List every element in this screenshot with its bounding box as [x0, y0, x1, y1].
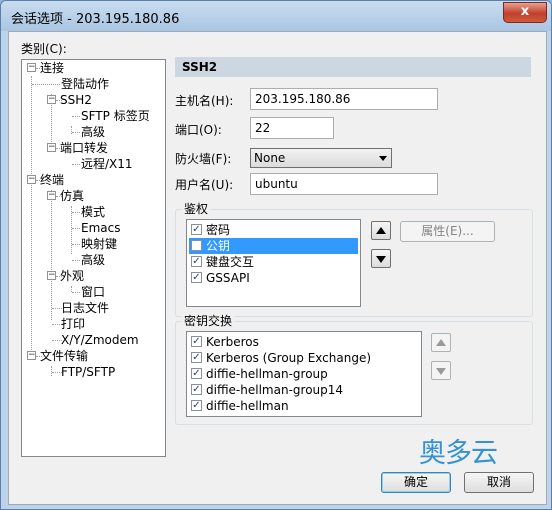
tree-node-emulation-advanced[interactable]: 高级 [81, 252, 105, 268]
firewall-select[interactable]: None [250, 148, 392, 168]
auth-move-down-button[interactable] [371, 249, 391, 268]
watermark-logo: 奥多云 [419, 438, 498, 469]
tree-node-printing[interactable]: 打印 [61, 316, 85, 332]
tree-node-label: 高级 [81, 253, 106, 267]
tree-node-label: 仿真 [60, 189, 85, 203]
tree-node-label: 模式 [81, 205, 106, 219]
minus-box-icon[interactable]: − [47, 271, 56, 280]
hostname-field[interactable]: 203.195.180.86 [250, 88, 438, 110]
tree-node-label: 窗口 [81, 285, 106, 299]
minus-box-icon[interactable]: − [27, 63, 36, 72]
tree-node-label: 端口转发 [60, 141, 109, 155]
tree-node-label: FTP/SFTP [61, 365, 116, 379]
tree-node-log-file[interactable]: 日志文件 [61, 300, 109, 316]
tree-node-modes[interactable]: 模式 [81, 204, 105, 220]
list-item-label: Kerberos [206, 335, 259, 349]
tree-node-label: 映射键 [81, 237, 118, 251]
check-mark-icon[interactable]: ✓ [191, 224, 202, 235]
tree-node-label: 日志文件 [61, 301, 110, 315]
list-item-label: GSSAPI [206, 271, 250, 285]
list-item[interactable]: ✓ 密码 [189, 222, 358, 238]
list-item-label: Kerberos (Group Exchange) [206, 351, 372, 365]
check-mark-icon[interactable]: ✓ [191, 256, 202, 267]
category-label: 类别(C): [21, 42, 67, 56]
kex-move-down-button[interactable] [431, 361, 451, 380]
tree-node-label: 高级 [81, 125, 106, 139]
kex-group-title: 密钥交换 [182, 314, 235, 328]
tree-node-login-actions[interactable]: 登陆动作 [61, 76, 109, 92]
list-item-label: 公钥 [206, 239, 231, 253]
triangle-down-icon [436, 368, 446, 375]
tree-node-emacs[interactable]: Emacs [81, 220, 120, 236]
check-mark-icon[interactable]: ✓ [191, 336, 202, 347]
properties-button[interactable]: 属性(E)... [400, 221, 495, 242]
list-item-label: diffie-hellman-group14 [206, 383, 344, 397]
check-mark-icon[interactable]: ✓ [191, 272, 202, 283]
check-mark-icon[interactable]: ✓ [191, 400, 202, 411]
list-item[interactable]: 公钥 [189, 238, 358, 254]
tree-node-mapped-keys[interactable]: 映射键 [81, 236, 117, 252]
tree-node-sftp-tab[interactable]: SFTP 标签页 [81, 108, 150, 124]
cancel-button[interactable]: 取消 [464, 472, 534, 493]
category-tree[interactable]: − 连接 登陆动作 − SSH2 SFTP 标签页 高级 − 端口转发 远程/X… [21, 59, 166, 457]
close-button[interactable]: x [503, 2, 547, 23]
check-mark-icon[interactable]: ✓ [191, 384, 202, 395]
minus-box-icon[interactable]: − [27, 351, 36, 360]
firewall-label: 防火墙(F): [175, 152, 232, 166]
triangle-up-icon [376, 227, 386, 234]
firewall-value: None [254, 151, 286, 165]
kex-method-list[interactable]: ✓ Kerberos ✓ Kerberos (Group Exchange) ✓ di… [186, 331, 422, 417]
chevron-down-icon [379, 156, 387, 161]
username-label: 用户名(U): [175, 178, 234, 192]
tree-node-label: 终端 [40, 173, 65, 187]
tree-node-ssh2-advanced[interactable]: 高级 [81, 124, 105, 140]
check-mark-icon[interactable]: ✓ [191, 368, 202, 379]
list-item-label: diffie-hellman-group [206, 367, 328, 381]
hostname-label: 主机名(H): [175, 94, 234, 108]
list-item-label: diffie-hellman [206, 399, 289, 413]
kex-move-up-button[interactable] [431, 333, 451, 352]
username-field[interactable]: ubuntu [250, 173, 438, 195]
tree-node-label: 登陆动作 [61, 77, 110, 91]
tree-node-label: SSH2 [60, 93, 92, 107]
auth-method-list[interactable]: ✓ 密码 公钥 ✓ 键盘交互 ✓ GSSAPI [186, 219, 361, 307]
ssh2-section-header: SSH2 [175, 57, 531, 77]
minus-box-icon[interactable]: − [47, 191, 56, 200]
tree-node-label: 远程/X11 [81, 157, 133, 171]
list-item[interactable]: ✓ 键盘交互 [189, 254, 358, 270]
minus-box-icon[interactable]: − [47, 95, 56, 104]
title-bar[interactable]: 会话选项 - 203.195.180.86 x [1, 1, 551, 31]
triangle-down-icon [376, 256, 386, 263]
tree-node-remote-x11[interactable]: 远程/X11 [81, 156, 133, 172]
minus-box-icon[interactable]: − [27, 175, 36, 184]
session-options-dialog: 会话选项 - 203.195.180.86 x 类别(C): − 连接 登陆动作… [0, 0, 552, 510]
list-item[interactable]: ✓ GSSAPI [189, 270, 358, 286]
port-field[interactable]: 22 [250, 117, 334, 139]
triangle-up-icon [436, 339, 446, 346]
check-mark-icon[interactable]: ✓ [191, 352, 202, 363]
tree-node-ftp-sftp[interactable]: FTP/SFTP [61, 364, 115, 380]
tree-node-label: 文件传输 [40, 349, 89, 363]
auth-move-up-button[interactable] [371, 221, 391, 240]
minus-box-icon[interactable]: − [47, 143, 56, 152]
tree-node-label: 外观 [60, 269, 85, 283]
ok-button[interactable]: 确定 [381, 472, 451, 493]
checkbox-icon[interactable] [191, 240, 202, 251]
auth-group-title: 鉴权 [182, 202, 211, 216]
tree-node-label: SFTP 标签页 [81, 109, 150, 123]
tree-node-label: Emacs [81, 221, 121, 235]
window-title: 会话选项 - 203.195.180.86 [11, 12, 180, 27]
list-item-label: 密码 [206, 223, 231, 237]
tree-node-xyzmodem[interactable]: X/Y/Zmodem [61, 332, 139, 348]
tree-node-window[interactable]: 窗口 [81, 284, 105, 300]
tree-node-label: 打印 [61, 317, 86, 331]
tree-node-label: 连接 [40, 61, 65, 75]
port-label: 端口(O): [175, 123, 222, 137]
tree-node-label: X/Y/Zmodem [61, 333, 139, 347]
list-item-label: 键盘交互 [206, 255, 255, 269]
